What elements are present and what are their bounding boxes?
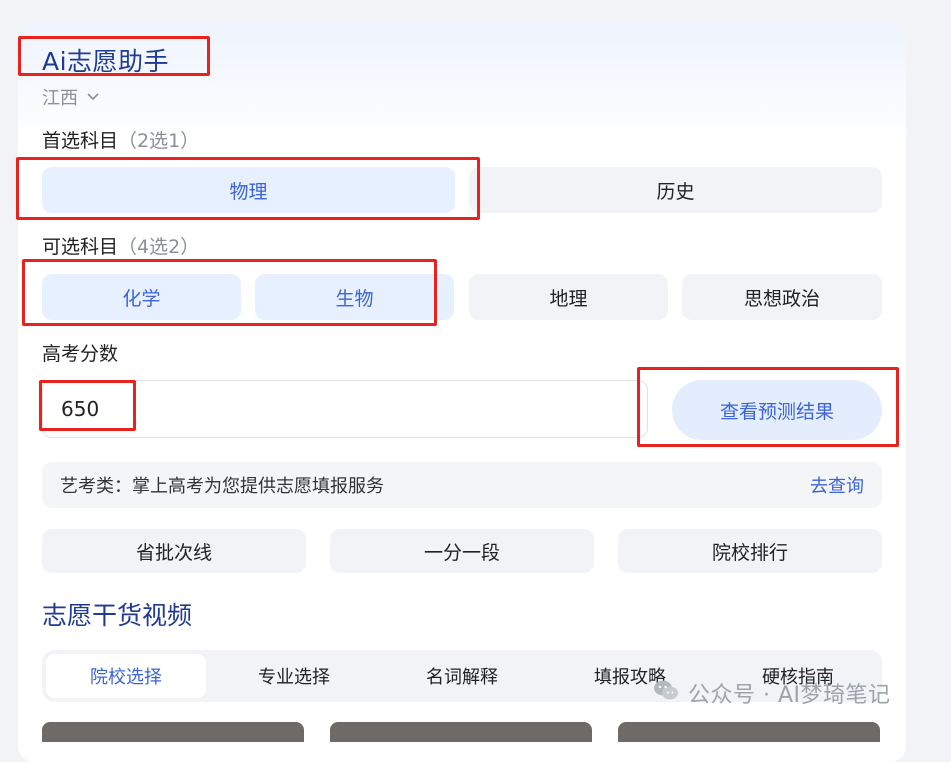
first-subject-hint: （2选1） [118, 130, 200, 152]
subject-physics[interactable]: 物理 [42, 167, 455, 213]
subject-geography[interactable]: 地理 [469, 274, 668, 320]
wechat-watermark: 公众号 · AI梦琦笔记 [652, 676, 891, 710]
art-exam-text: 艺考类：掌上高考为您提供志愿填报服务 [60, 476, 384, 497]
predict-button[interactable]: 查看预测结果 [672, 380, 882, 440]
optional-subject-hint: （4选2） [118, 236, 200, 258]
subject-biology[interactable]: 生物 [255, 274, 454, 320]
chevron-down-icon [86, 87, 100, 108]
province-selector[interactable]: 江西 [42, 84, 100, 110]
score-input[interactable] [42, 380, 648, 438]
score-label: 高考分数 [42, 343, 119, 365]
subject-history[interactable]: 历史 [469, 167, 882, 213]
tab-glossary[interactable]: 名词解释 [382, 654, 542, 698]
video-thumbnail[interactable] [618, 722, 880, 742]
video-thumbnail[interactable] [330, 722, 592, 742]
video-section-title: 志愿干货视频 [42, 601, 193, 630]
quick-link-score-rank[interactable]: 一分一段 [330, 529, 594, 573]
art-exam-bar: 艺考类：掌上高考为您提供志愿填报服务 去查询 [42, 462, 882, 508]
page-title: Ai志愿助手 [42, 47, 170, 76]
watermark-text: 公众号 · AI梦琦笔记 [688, 683, 891, 708]
province-label: 江西 [42, 88, 78, 109]
subject-chemistry[interactable]: 化学 [42, 274, 241, 320]
subject-politics[interactable]: 思想政治 [682, 274, 882, 320]
video-thumbnail[interactable] [42, 722, 304, 742]
optional-subject-label: 可选科目（4选2） [42, 236, 200, 258]
wechat-icon [652, 676, 680, 710]
first-subject-label: 首选科目（2选1） [42, 130, 200, 152]
tab-major-choice[interactable]: 专业选择 [214, 654, 374, 698]
query-link[interactable]: 去查询 [810, 472, 864, 498]
tab-college-choice[interactable]: 院校选择 [46, 654, 206, 698]
quick-link-batch-line[interactable]: 省批次线 [42, 529, 306, 573]
quick-link-college-ranking[interactable]: 院校排行 [618, 529, 882, 573]
